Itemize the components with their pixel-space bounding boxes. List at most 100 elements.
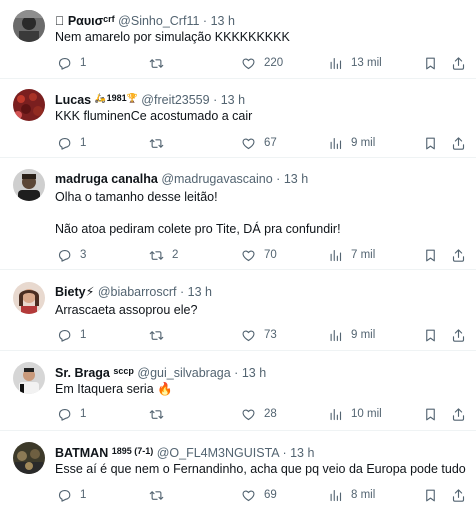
like-button[interactable]: 73 bbox=[241, 326, 277, 344]
retweet-button[interactable] bbox=[149, 326, 172, 344]
reply-count: 1 bbox=[80, 137, 87, 149]
retweet-button[interactable] bbox=[149, 134, 172, 152]
share-button[interactable] bbox=[451, 134, 466, 152]
retweet-button[interactable] bbox=[149, 405, 172, 423]
bookmark-button[interactable] bbox=[423, 246, 438, 264]
tweet[interactable]: Lucas 🛵 1981🏆 @freit23559 · 13 h KKK flu… bbox=[0, 79, 476, 158]
display-name[interactable]: Lucas bbox=[55, 93, 91, 107]
separator-dot: · bbox=[213, 93, 218, 107]
reply-button[interactable]: 1 bbox=[57, 326, 86, 344]
share-button[interactable] bbox=[451, 54, 466, 72]
like-count: 73 bbox=[264, 329, 277, 341]
separator-dot: · bbox=[276, 172, 281, 186]
views-button[interactable]: 13 mil bbox=[328, 54, 382, 72]
tweet[interactable]: BATMAN 1895 (7-1) @O_FL4M3NGUISTA · 13 h… bbox=[0, 431, 476, 512]
timestamp[interactable]: 13 h bbox=[290, 446, 314, 460]
user-handle[interactable]: @gui_silvabraga bbox=[137, 366, 230, 380]
views-button[interactable]: 10 mil bbox=[328, 405, 382, 423]
share-icon bbox=[452, 328, 465, 342]
user-handle[interactable]: @biabarroscrf bbox=[98, 285, 177, 299]
views-count: 8 mil bbox=[351, 489, 376, 501]
tweet[interactable]: Biety⚡ @biabarroscrf · 13 h Arrascaeta a… bbox=[0, 270, 476, 351]
reply-button[interactable]: 1 bbox=[57, 54, 86, 72]
retweet-button[interactable] bbox=[149, 54, 172, 72]
views-button[interactable]: 7 mil bbox=[328, 246, 375, 264]
reply-button[interactable]: 1 bbox=[57, 486, 86, 504]
separator-dot: · bbox=[203, 14, 207, 28]
bookmark-button[interactable] bbox=[423, 405, 438, 423]
tweet[interactable]: madruga canalha @madrugavascaino · 13 h … bbox=[0, 158, 476, 270]
tweet-header: BATMAN 1895 (7-1) @O_FL4M3NGUISTA · 13 h bbox=[55, 443, 466, 461]
views-button[interactable]: 9 mil bbox=[328, 326, 375, 344]
display-name[interactable]: BATMAN bbox=[55, 446, 108, 460]
timestamp[interactable]: 13 h bbox=[211, 14, 235, 28]
tweet[interactable]:  Ραυισcrf @Sinho_Crf11 · 13 h Nem amare… bbox=[0, 0, 476, 79]
bookmark-button[interactable] bbox=[423, 486, 438, 504]
timestamp[interactable]: 13 h bbox=[242, 366, 266, 380]
share-button[interactable] bbox=[451, 326, 466, 344]
avatar[interactable] bbox=[13, 442, 45, 474]
retweet-button[interactable] bbox=[149, 486, 172, 504]
share-icon bbox=[452, 136, 465, 150]
views-chart-icon bbox=[330, 329, 342, 341]
avatar[interactable] bbox=[13, 10, 45, 42]
display-name[interactable]: Biety⚡ bbox=[55, 285, 94, 299]
name-badge: 🛵 1981🏆 bbox=[94, 93, 138, 103]
views-count: 9 mil bbox=[351, 137, 376, 149]
heart-icon bbox=[242, 57, 255, 69]
avatar[interactable] bbox=[13, 89, 45, 121]
views-chart-icon bbox=[330, 489, 342, 501]
user-handle[interactable]: @madrugavascaino bbox=[161, 172, 272, 186]
bookmark-button[interactable] bbox=[423, 54, 438, 72]
share-button[interactable] bbox=[451, 405, 466, 423]
display-name[interactable]: Sr. Braga bbox=[55, 366, 110, 380]
tweet-text: Esse aí é que nem o Fernandinho, acha qu… bbox=[55, 462, 466, 476]
action-bar: 1 28 10 mil bbox=[55, 405, 468, 423]
tweet-text: Nem amarelo por simulação KKKKKKKKK bbox=[55, 30, 290, 44]
like-count: 69 bbox=[264, 489, 277, 501]
name-badge: 1895 (7-1) bbox=[111, 446, 154, 456]
like-button[interactable]: 220 bbox=[241, 54, 283, 72]
timestamp[interactable]: 13 h bbox=[284, 172, 308, 186]
timestamp[interactable]: 13 h bbox=[188, 285, 212, 299]
avatar[interactable] bbox=[13, 362, 45, 394]
like-button[interactable]: 69 bbox=[241, 486, 277, 504]
reply-icon bbox=[58, 249, 71, 262]
share-button[interactable] bbox=[451, 246, 466, 264]
views-button[interactable]: 9 mil bbox=[328, 134, 375, 152]
tweet[interactable]: Sr. Braga sccp @gui_silvabraga · 13 h Em… bbox=[0, 351, 476, 431]
like-count: 70 bbox=[264, 249, 277, 261]
avatar[interactable] bbox=[13, 169, 45, 201]
reply-icon bbox=[58, 57, 71, 70]
retweet-button[interactable]: 2 bbox=[149, 246, 178, 264]
bookmark-button[interactable] bbox=[423, 134, 438, 152]
reply-button[interactable]: 3 bbox=[57, 246, 86, 264]
like-count: 28 bbox=[264, 408, 277, 420]
bookmark-button[interactable] bbox=[423, 326, 438, 344]
like-button[interactable]: 70 bbox=[241, 246, 277, 264]
share-icon bbox=[452, 56, 465, 70]
like-button[interactable]: 67 bbox=[241, 134, 277, 152]
bookmark-icon bbox=[426, 137, 435, 149]
timestamp[interactable]: 13 h bbox=[221, 93, 245, 107]
share-icon bbox=[452, 488, 465, 502]
reply-icon bbox=[58, 137, 71, 150]
reply-button[interactable]: 1 bbox=[57, 405, 86, 423]
tweet-header: Sr. Braga sccp @gui_silvabraga · 13 h bbox=[55, 363, 466, 381]
heart-icon bbox=[242, 408, 255, 420]
like-count: 220 bbox=[264, 57, 284, 69]
like-button[interactable]: 28 bbox=[241, 405, 277, 423]
user-handle[interactable]: @O_FL4M3NGUISTA bbox=[157, 446, 279, 460]
action-bar: 3 2 70 7 mil bbox=[55, 246, 468, 264]
user-handle[interactable]: @freit23559 bbox=[141, 93, 209, 107]
tweet-text: KKK fluminenCe acostumado a cair bbox=[55, 109, 253, 123]
share-button[interactable] bbox=[451, 486, 466, 504]
heart-icon bbox=[242, 249, 255, 261]
avatar[interactable] bbox=[13, 282, 45, 314]
views-chart-icon bbox=[330, 57, 342, 69]
display-name[interactable]: madruga canalha bbox=[55, 172, 158, 186]
views-button[interactable]: 8 mil bbox=[328, 486, 375, 504]
user-handle[interactable]: @Sinho_Crf11 bbox=[118, 14, 199, 28]
reply-button[interactable]: 1 bbox=[57, 134, 86, 152]
display-name[interactable]:  Ραυισ bbox=[55, 14, 103, 28]
